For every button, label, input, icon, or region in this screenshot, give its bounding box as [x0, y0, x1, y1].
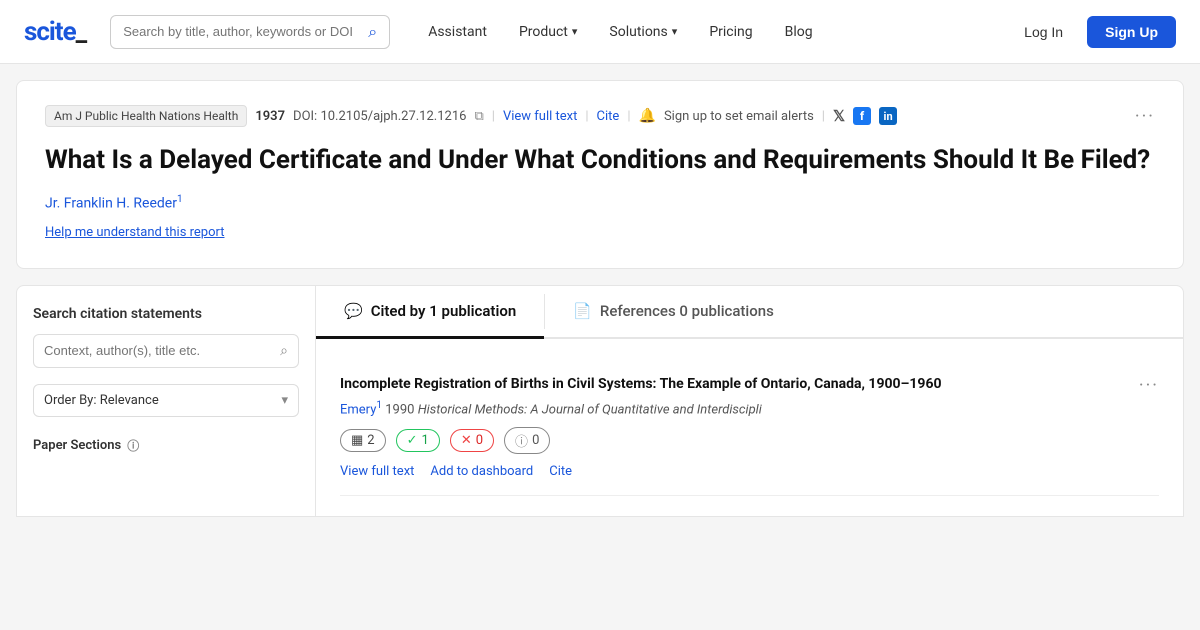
paper-sections-title: Paper Sections ⓘ	[33, 437, 299, 454]
citation-view-full-text-link[interactable]: View full text	[340, 464, 414, 479]
main-wrapper: Am J Public Health Nations Health 1937 D…	[0, 80, 1200, 517]
article-year: 1937	[255, 109, 285, 124]
tab-cited[interactable]: 💬 Cited by 1 publication	[316, 286, 544, 339]
help-link[interactable]: Help me understand this report	[45, 225, 225, 240]
cite-header-link[interactable]: Cite	[597, 109, 620, 124]
nav-item-blog[interactable]: Blog	[771, 16, 827, 48]
signup-button[interactable]: Sign Up	[1087, 16, 1176, 48]
doi-label: DOI: 10.2105/ajph.27.12.1216	[293, 109, 466, 124]
search-bar[interactable]: ⌕	[110, 15, 390, 49]
article-author[interactable]: Jr. Franklin H. Reeder1	[45, 194, 1155, 212]
facebook-icon[interactable]: f	[853, 107, 871, 125]
copy-doi-icon[interactable]: ⧉	[474, 109, 483, 124]
nav-item-assistant[interactable]: Assistant	[414, 16, 501, 48]
logo[interactable]: scite_	[24, 17, 86, 47]
sidebar: Search citation statements ⌕ Order By: R…	[16, 285, 316, 517]
chevron-down-icon: ▾	[672, 25, 678, 38]
tabs-header: 💬 Cited by 1 publication 📄 References 0 …	[316, 286, 1183, 339]
twitter-icon[interactable]: 𝕏	[833, 107, 845, 125]
nav-right: Log In Sign Up	[1008, 16, 1176, 48]
stat-contradicting-badge: ✕ 0	[450, 429, 494, 452]
stat-mentioning-badge: ⓘ 0	[504, 427, 550, 454]
navbar: scite_ ⌕ Assistant Product ▾ Solutions ▾…	[0, 0, 1200, 64]
nav-item-solutions[interactable]: Solutions ▾	[595, 16, 691, 48]
linkedin-icon[interactable]: in	[879, 107, 897, 125]
stat-total-badge: ▦ 2	[340, 429, 386, 452]
nav-item-product[interactable]: Product ▾	[505, 16, 591, 48]
sidebar-search-icon: ⌕	[280, 343, 288, 359]
logo-text-blue: scite	[24, 17, 76, 47]
lower-section: Search citation statements ⌕ Order By: R…	[16, 285, 1184, 517]
citation-stats: ▦ 2 ✓ 1 ✕ 0 ⓘ 0	[340, 427, 1159, 454]
cited-tab-icon: 💬	[344, 302, 363, 320]
chevron-down-icon: ▾	[572, 25, 578, 38]
more-options-button[interactable]: ···	[1135, 106, 1155, 127]
citation-card-header: Incomplete Registration of Births in Civ…	[340, 375, 1159, 396]
citation-add-to-dashboard-link[interactable]: Add to dashboard	[430, 464, 533, 479]
stat-circle-icon: ⓘ	[515, 431, 528, 450]
login-button[interactable]: Log In	[1008, 16, 1079, 48]
nav-item-pricing[interactable]: Pricing	[695, 16, 766, 48]
view-full-text-header-link[interactable]: View full text	[503, 109, 577, 124]
tabs-area: 💬 Cited by 1 publication 📄 References 0 …	[316, 285, 1184, 517]
bell-icon[interactable]: 🔔	[639, 108, 656, 124]
references-tab-icon: 📄	[573, 302, 592, 320]
citation-author[interactable]: Emery1 1990 Historical Methods: A Journa…	[340, 400, 1159, 417]
social-links: 𝕏 f in	[833, 107, 897, 125]
citation-journal: Historical Methods: A Journal of Quantit…	[418, 402, 762, 417]
search-input[interactable]	[123, 24, 360, 39]
sidebar-search-input[interactable]	[44, 343, 274, 358]
stat-check-icon: ✓	[407, 433, 418, 448]
citation-list: Incomplete Registration of Births in Civ…	[316, 339, 1183, 516]
nav-links: Assistant Product ▾ Solutions ▾ Pricing …	[414, 16, 1000, 48]
journal-badge: Am J Public Health Nations Health	[45, 105, 247, 127]
stat-x-icon: ✕	[461, 433, 472, 448]
info-icon[interactable]: ⓘ	[127, 437, 139, 454]
stat-supporting-badge: ✓ 1	[396, 429, 440, 452]
citation-more-button[interactable]: ···	[1127, 375, 1159, 396]
table-row: Incomplete Registration of Births in Civ…	[340, 359, 1159, 496]
sidebar-search[interactable]: ⌕	[33, 334, 299, 368]
search-icon: ⌕	[368, 22, 377, 42]
order-select[interactable]: Order By: Relevance ▾	[33, 384, 299, 417]
order-chevron-icon: ▾	[281, 393, 288, 408]
article-meta: Am J Public Health Nations Health 1937 D…	[45, 105, 1155, 127]
citation-title: Incomplete Registration of Births in Civ…	[340, 375, 1127, 395]
sidebar-title: Search citation statements	[33, 306, 299, 322]
tab-references[interactable]: 📄 References 0 publications	[545, 286, 802, 339]
citation-actions: View full text Add to dashboard Cite	[340, 464, 1159, 479]
logo-text-dark: _	[76, 17, 87, 47]
article-title: What Is a Delayed Certificate and Under …	[45, 143, 1155, 178]
citation-cite-link[interactable]: Cite	[549, 464, 572, 479]
article-header: Am J Public Health Nations Health 1937 D…	[16, 80, 1184, 269]
stat-total-icon: ▦	[351, 433, 363, 448]
alert-text: Sign up to set email alerts	[664, 109, 814, 124]
